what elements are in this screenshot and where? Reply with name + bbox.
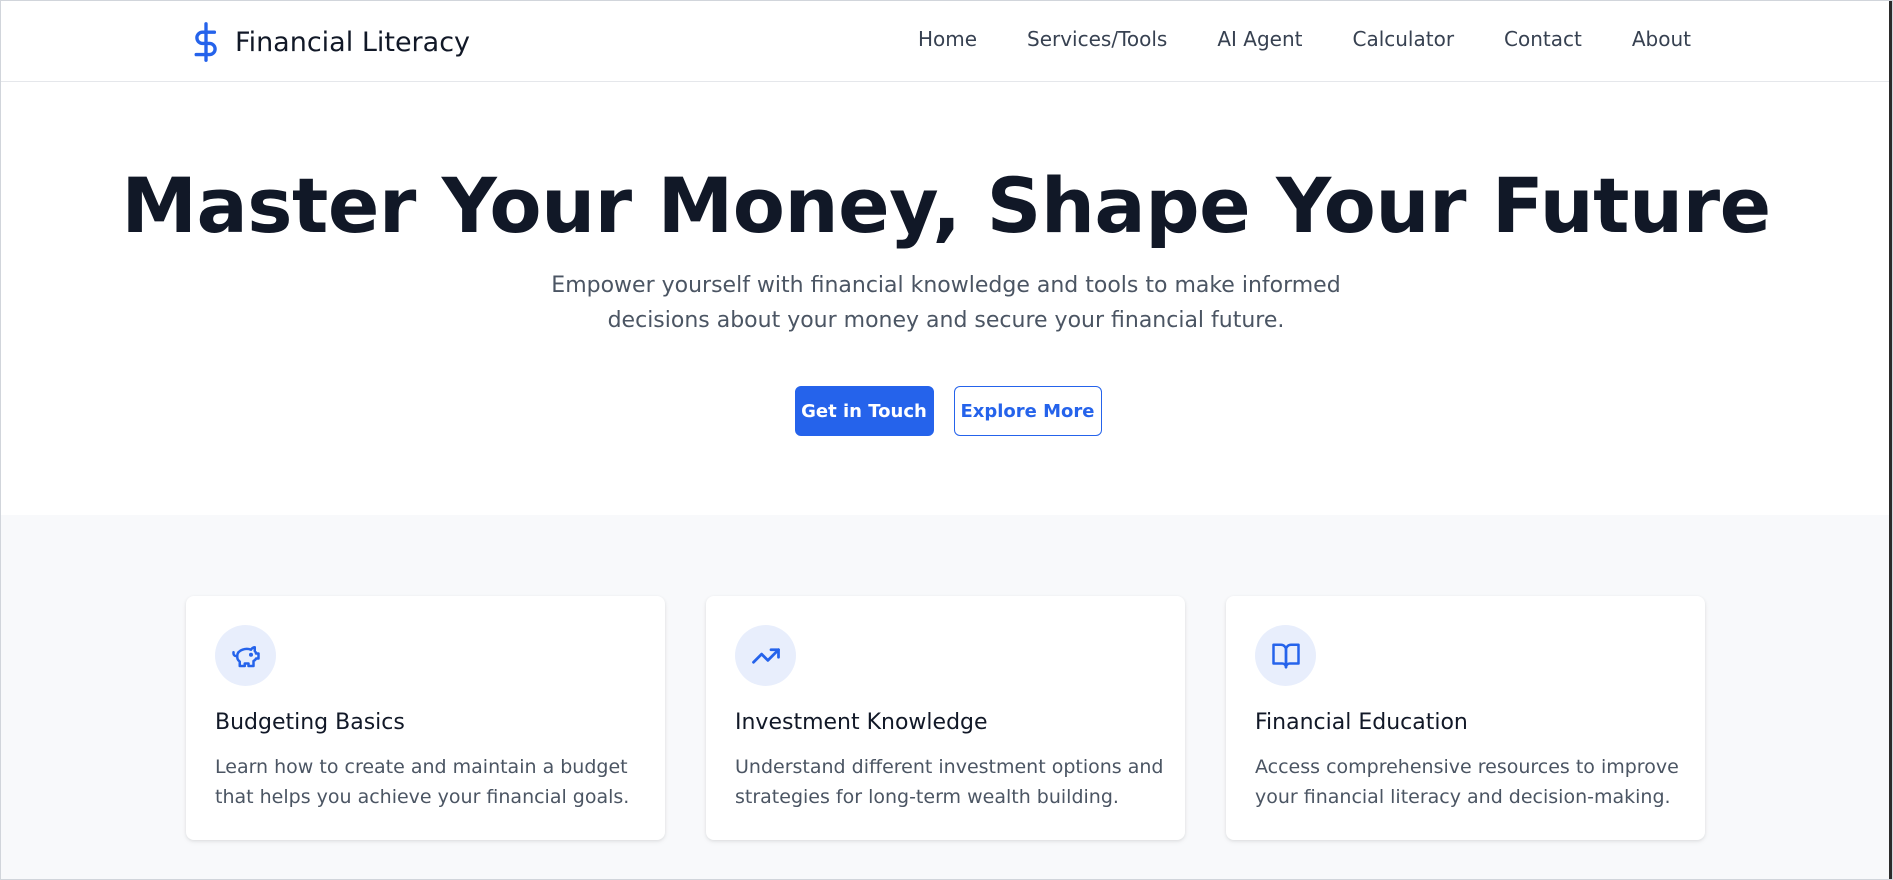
feature-description: Understand different investment options … bbox=[735, 756, 1164, 808]
feature-card-education: Financial Education Access comprehensive… bbox=[1226, 596, 1705, 840]
hero-section: Master Your Money, Shape Your Future Emp… bbox=[1, 83, 1891, 515]
feature-description: Access comprehensive resources to improv… bbox=[1255, 756, 1679, 808]
feature-title: Financial Education bbox=[1255, 710, 1468, 735]
piggy-bank-icon bbox=[215, 625, 276, 686]
feature-description: Learn how to create and maintain a budge… bbox=[215, 756, 630, 808]
feature-card-investment: Investment Knowledge Understand differen… bbox=[706, 596, 1185, 840]
feature-title: Investment Knowledge bbox=[735, 710, 988, 735]
nav-item-home[interactable]: Home bbox=[918, 27, 977, 51]
browser-viewport: Financial Literacy Home Services/Tools A… bbox=[0, 0, 1893, 880]
hero-title: Master Your Money, Shape Your Future bbox=[121, 161, 1771, 250]
hero-actions: Get in Touch Explore More bbox=[1, 386, 1891, 436]
feature-card-budgeting: Budgeting Basics Learn how to create and… bbox=[186, 596, 665, 840]
dollar-sign-icon bbox=[189, 21, 223, 63]
nav-item-ai-agent[interactable]: AI Agent bbox=[1217, 27, 1302, 51]
trending-up-icon bbox=[735, 625, 796, 686]
nav-item-about[interactable]: About bbox=[1632, 27, 1691, 51]
get-in-touch-button[interactable]: Get in Touch bbox=[794, 386, 934, 436]
hero-subtitle: Empower yourself with financial knowledg… bbox=[551, 273, 1341, 333]
features-section: Budgeting Basics Learn how to create and… bbox=[1, 515, 1891, 879]
explore-more-button[interactable]: Explore More bbox=[953, 386, 1102, 436]
window-edge bbox=[1889, 1, 1892, 879]
nav-item-calculator[interactable]: Calculator bbox=[1352, 27, 1454, 51]
brand-name: Financial Literacy bbox=[235, 26, 471, 58]
feature-title: Budgeting Basics bbox=[215, 710, 405, 735]
main-nav: Home Services/Tools AI Agent Calculator … bbox=[918, 27, 1691, 51]
nav-item-contact[interactable]: Contact bbox=[1504, 27, 1582, 51]
brand[interactable]: Financial Literacy bbox=[189, 19, 470, 65]
site-header: Financial Literacy Home Services/Tools A… bbox=[1, 1, 1891, 82]
nav-item-services-tools[interactable]: Services/Tools bbox=[1027, 27, 1167, 51]
open-book-icon bbox=[1255, 625, 1316, 686]
